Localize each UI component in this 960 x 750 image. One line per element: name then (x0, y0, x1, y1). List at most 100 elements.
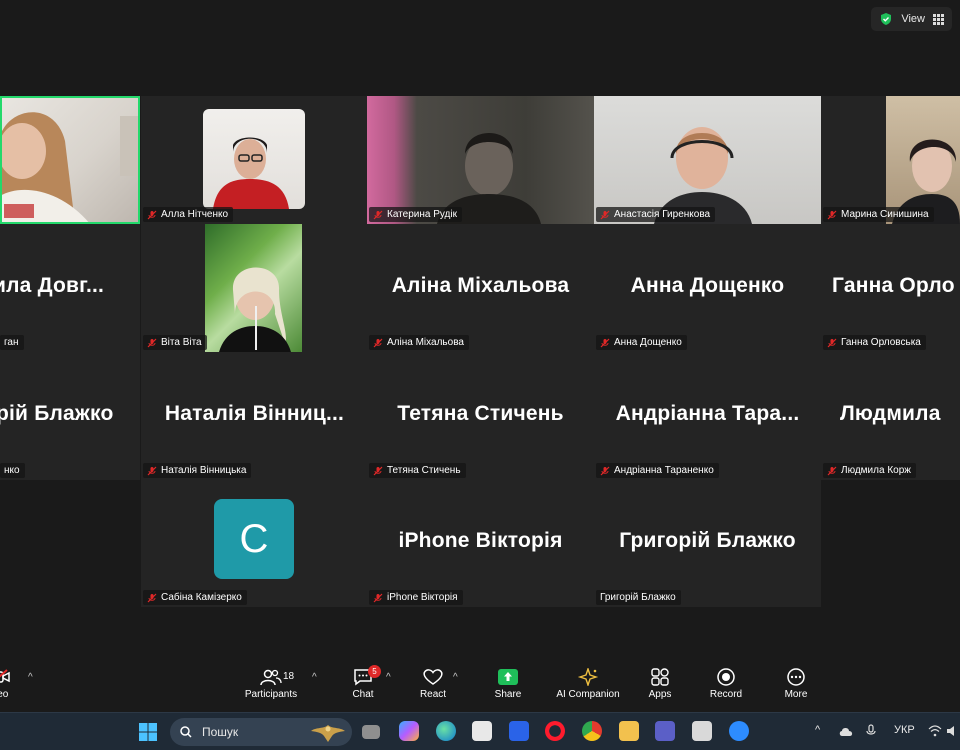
participant-tile[interactable]: Анастасія Гиренкова (594, 96, 821, 224)
participant-tile[interactable]: Віта Віта (141, 224, 368, 352)
participant-name: Наталія Вінницька (161, 465, 247, 476)
participant-name: Анна Дощенко (614, 337, 682, 348)
microphone-icon[interactable] (866, 724, 876, 738)
keyboard-language[interactable]: УКР (894, 724, 915, 736)
chrome-browser-icon[interactable] (582, 721, 602, 741)
participant-tile[interactable]: Людмила Людмила Корж (821, 352, 960, 480)
participant-tile[interactable]: Ганна Орло Ганна Орловська (821, 224, 960, 352)
app-icon[interactable] (509, 721, 529, 741)
participant-display-name: Людмила (840, 402, 941, 425)
participant-display-name: Анна Дощенко (630, 274, 785, 297)
eagle-emblem-icon (311, 725, 345, 742)
participant-label: Аліна Міхальова (369, 335, 469, 350)
participant-name: Аліна Міхальова (387, 337, 464, 348)
participant-name: Тетяна Стичень (387, 465, 461, 476)
participant-tile[interactable]: Андріанна Тара... Андріанна Тараненко (594, 352, 821, 480)
participant-figure (437, 133, 541, 224)
participant-tile[interactable]: Григорій Блажко Григорій Блажко (594, 479, 821, 607)
participant-tile[interactable]: рій Блажко нко (0, 352, 140, 480)
react-options-caret[interactable]: ^ (453, 672, 458, 683)
more-button[interactable]: More (761, 668, 831, 700)
participant-video (205, 224, 302, 352)
heart-icon (423, 669, 443, 685)
chat-label: Chat (352, 689, 374, 700)
participant-tile[interactable]: Тетяна Стичень Тетяна Стичень (367, 352, 594, 480)
participant-tile[interactable]: Марина Синишина (821, 96, 960, 224)
participant-label: Катерина Рудік (369, 207, 462, 222)
windows-start-icon[interactable] (139, 723, 157, 741)
copilot-icon[interactable] (399, 721, 419, 741)
windows-taskbar: Пошук ^ УКР (0, 712, 960, 750)
participant-tile-active[interactable] (0, 96, 140, 224)
participant-tile[interactable]: Наталія Вінниц... Наталія Вінницька (141, 352, 368, 480)
video-options-caret[interactable]: ^ (28, 672, 33, 683)
app-icon[interactable] (692, 721, 712, 741)
participant-tile[interactable]: C Сабіна Камізерко (141, 479, 368, 607)
participant-figure (219, 267, 291, 352)
edge-browser-icon[interactable] (436, 721, 456, 741)
cloud-icon[interactable] (838, 725, 854, 737)
mic-muted-icon (600, 210, 610, 219)
participant-tile[interactable]: Алла Нітченко (141, 96, 368, 224)
opera-browser-icon[interactable] (545, 721, 565, 741)
participant-tile[interactable]: iPhone Вікторія iPhone Вікторія (367, 479, 594, 607)
participant-label: Тетяна Стичень (369, 463, 466, 478)
microsoft-store-icon[interactable] (472, 721, 492, 741)
participant-name: Віта Віта (161, 337, 202, 348)
video-label: deo (0, 689, 9, 700)
participant-avatar: C (214, 499, 294, 579)
participant-display-name: рій Блажко (0, 402, 114, 425)
mic-muted-icon (827, 210, 837, 219)
ai-companion-button[interactable]: AI Companion (553, 668, 623, 700)
zoom-app-icon[interactable] (729, 721, 749, 741)
search-placeholder: Пошук (202, 725, 239, 739)
share-label: Share (494, 689, 522, 700)
participant-label: Наталія Вінницька (143, 463, 252, 478)
participant-figure (654, 127, 752, 224)
speaker-icon[interactable] (946, 725, 960, 737)
participant-label: iPhone Вікторія (369, 590, 463, 605)
show-hidden-icons-chevron[interactable]: ^ (815, 724, 820, 736)
participant-name: iPhone Вікторія (387, 592, 458, 603)
react-label: React (419, 689, 447, 700)
share-button[interactable]: Share (473, 668, 543, 700)
meeting-toolbar: deo ^ 18 Participants ^ 5 Chat ^ React ^… (0, 662, 960, 712)
participant-video (594, 96, 821, 224)
file-explorer-icon[interactable] (619, 721, 639, 741)
teams-icon[interactable] (655, 721, 675, 741)
record-button[interactable]: Record (691, 668, 761, 700)
chat-options-caret[interactable]: ^ (386, 672, 391, 683)
mic-muted-icon (827, 466, 837, 475)
sparkle-icon (577, 668, 599, 686)
participants-options-caret[interactable]: ^ (312, 672, 317, 683)
participant-tile[interactable]: ила Довг... ган (0, 224, 140, 352)
participant-label: Сабіна Камізерко (143, 590, 247, 605)
participant-video (0, 96, 140, 224)
grid-view-icon (933, 13, 944, 25)
participant-label: Анастасія Гиренкова (596, 207, 716, 222)
participants-button[interactable]: 18 Participants (236, 668, 306, 700)
mic-muted-icon (600, 338, 610, 347)
participants-label: Participants (244, 689, 298, 700)
apps-button[interactable]: Apps (625, 668, 695, 700)
participant-tile[interactable]: Катерина Рудік (367, 96, 594, 224)
wifi-icon[interactable] (928, 725, 942, 737)
record-label: Record (709, 689, 743, 700)
participant-name: Андріанна Тараненко (614, 465, 714, 476)
mic-muted-icon (600, 466, 610, 475)
view-button[interactable]: View (871, 7, 952, 31)
mic-muted-icon (373, 338, 383, 347)
participant-tile[interactable]: Аліна Міхальова Аліна Міхальова (367, 224, 594, 352)
mic-muted-icon (147, 466, 157, 475)
participant-video (886, 96, 960, 224)
participant-figure (0, 112, 140, 224)
participant-label: нко (0, 463, 25, 478)
taskbar-search-box[interactable]: Пошук (170, 718, 352, 746)
participant-name: Катерина Рудік (387, 209, 457, 220)
task-view-icon[interactable] (362, 725, 380, 739)
participant-label: Марина Синишина (823, 207, 934, 222)
participant-display-name: Аліна Міхальова (391, 274, 570, 297)
participant-tile[interactable]: Анна Дощенко Анна Дощенко (594, 224, 821, 352)
video-off-icon (0, 669, 10, 683)
mic-muted-icon (373, 466, 383, 475)
